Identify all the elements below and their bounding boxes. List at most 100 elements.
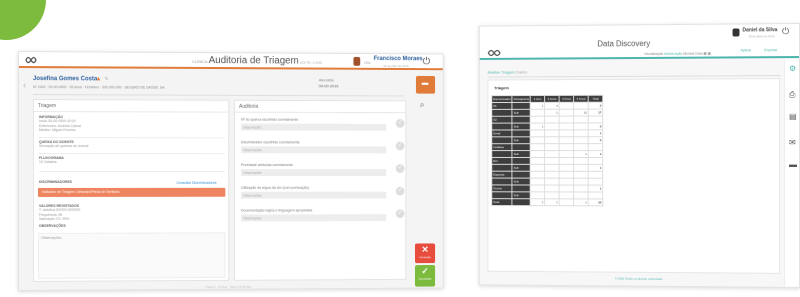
fluxograma-text: 10 Cefaleia	[38, 160, 57, 165]
filter-selected[interactable]: Autorização	[664, 52, 682, 56]
value-cell	[544, 185, 560, 192]
divider	[38, 171, 225, 172]
gear-icon[interactable]: ⚙	[789, 64, 796, 73]
value-cell	[544, 164, 560, 172]
value-cell	[559, 143, 574, 151]
value-cell: 1	[573, 198, 589, 206]
value-cell	[559, 136, 574, 144]
divider	[235, 111, 406, 114]
question-notes-input[interactable]: Observações	[240, 123, 387, 131]
table-header-cell[interactable]: Total	[588, 95, 603, 103]
table-header-cell[interactable]: 2 Anos	[544, 95, 560, 103]
user-name[interactable]: Daniel da Silva	[742, 27, 777, 33]
clinic-label: CLÍNICA	[192, 58, 208, 65]
edit-icon[interactable]: ✎	[104, 76, 108, 82]
value-cell	[530, 129, 545, 137]
divider	[33, 111, 229, 113]
question-notes-input[interactable]: Observações	[240, 169, 387, 176]
table-header-cell[interactable]: 3 Anos	[559, 95, 574, 103]
value-cell: 10	[573, 109, 589, 117]
user-date: 18 de julho de 2016	[383, 63, 409, 69]
app-logo-icon	[487, 48, 500, 58]
value-cell	[559, 102, 574, 110]
document-icon[interactable]: ▤	[789, 112, 797, 121]
check-icon[interactable]: ✓	[395, 119, 405, 128]
filter-mode[interactable]: Mensal	[683, 52, 694, 56]
power-icon[interactable]: ⏻	[782, 26, 789, 37]
warning-icon: ▲	[95, 76, 102, 83]
table-row: Cefaleia	[491, 143, 603, 151]
tab-dados[interactable]: Dados	[516, 69, 527, 74]
total-cell: 2	[588, 102, 603, 110]
value-cell	[573, 178, 589, 186]
export-button[interactable]: Exportar	[764, 48, 777, 52]
value-cell	[544, 143, 560, 151]
value-cell: 1	[530, 102, 545, 110]
dimension-cell: Dor	[491, 157, 513, 165]
observacoes-textarea[interactable]: Observações	[37, 232, 226, 279]
check-icon[interactable]: ✓	[395, 209, 405, 219]
subdimension-cell	[512, 102, 531, 110]
check-icon[interactable]: ✓	[395, 186, 405, 196]
value-cell	[544, 178, 560, 186]
info-line: Início 00-00-0000 00:00	[38, 119, 76, 124]
value-cell	[544, 191, 560, 199]
tab-analise[interactable]: Análise	[487, 70, 500, 75]
value-cell	[544, 171, 560, 179]
apply-button[interactable]: Aplicar	[740, 48, 751, 52]
value-cell	[573, 102, 589, 110]
value-cell	[573, 136, 589, 144]
tab-triagem[interactable]: Triagem	[501, 70, 515, 75]
back-chevron-icon[interactable]: ‹	[23, 80, 26, 91]
fluxograma-section: FLUXOGRAMA 10 Cefaleia	[39, 156, 64, 165]
question-notes-input[interactable]: Observações	[240, 214, 387, 222]
value-cell	[544, 150, 560, 158]
page-title: Data Discovery	[597, 39, 651, 49]
question-notes-input[interactable]: Observações	[240, 191, 387, 199]
section-heading: OBSERVAÇÕES	[38, 223, 66, 228]
queixa-section: QUEIXA DO DOENTE Sensação de queixas do …	[39, 140, 89, 149]
value-cell	[559, 122, 574, 130]
folder-icon[interactable]: ▬	[789, 160, 797, 169]
value-cell	[530, 143, 545, 151]
value-cell	[573, 171, 589, 179]
value-cell	[530, 116, 545, 124]
search-icon[interactable]: ⌕	[420, 99, 425, 110]
valores-line: Saturação O2: 95%	[38, 217, 70, 222]
tray-button[interactable]: ▬	[415, 75, 436, 94]
info-section: INFORMAÇÃO Início 00-00-0000 00:00 Enfer…	[39, 115, 81, 133]
subdimension-cell	[512, 157, 531, 165]
dimension-cell: Cefaleia	[491, 143, 513, 151]
value-cell	[573, 191, 589, 199]
subdimension-cell	[512, 171, 531, 179]
subdimension-cell	[512, 129, 531, 137]
patient-details: Nº 2432 · 00-00-0000 · 25 anos · Feminin…	[32, 85, 165, 90]
value-cell	[559, 157, 574, 165]
check-icon[interactable]: ✓	[395, 164, 405, 173]
total-cell: 17	[588, 109, 603, 117]
total-cell	[588, 178, 603, 186]
table-header-cell[interactable]: 1 Ano	[530, 95, 545, 103]
audit-question: Utilização da régua da dor (com pontuaçã…	[240, 186, 405, 199]
question-label: Documentação lógica e linguagem apropria…	[240, 208, 313, 213]
question-notes-input[interactable]: Observações	[240, 146, 387, 154]
confirm-button[interactable]: ✓ Concluído	[414, 265, 436, 287]
subdimension-cell	[512, 198, 531, 206]
user-name[interactable]: Francisco Moraes	[374, 56, 423, 62]
cancel-button[interactable]: ✕ Cancelar	[414, 243, 436, 264]
divider	[38, 153, 225, 155]
atendido-label: Atendido	[318, 77, 334, 83]
check-icon[interactable]: ✓	[395, 141, 405, 151]
right-sidebar: ⚙ ⎙ ▤ ✉ ▬	[784, 59, 800, 288]
discriminadores-link[interactable]: Consultar Discriminadores	[176, 181, 216, 185]
divider	[38, 137, 225, 139]
mail-icon[interactable]: ✉	[789, 138, 796, 147]
power-icon[interactable]: ⏻	[423, 56, 431, 67]
subdimension-cell: Sub	[512, 178, 531, 185]
calendar-icon[interactable]: ▦ ▦	[703, 52, 710, 56]
printer-icon[interactable]: ⎙	[789, 90, 795, 100]
value-cell	[559, 129, 574, 137]
subdimension-cell: Sub	[512, 164, 531, 172]
app-logo-icon	[25, 56, 37, 64]
value-cell: 1	[544, 198, 560, 206]
